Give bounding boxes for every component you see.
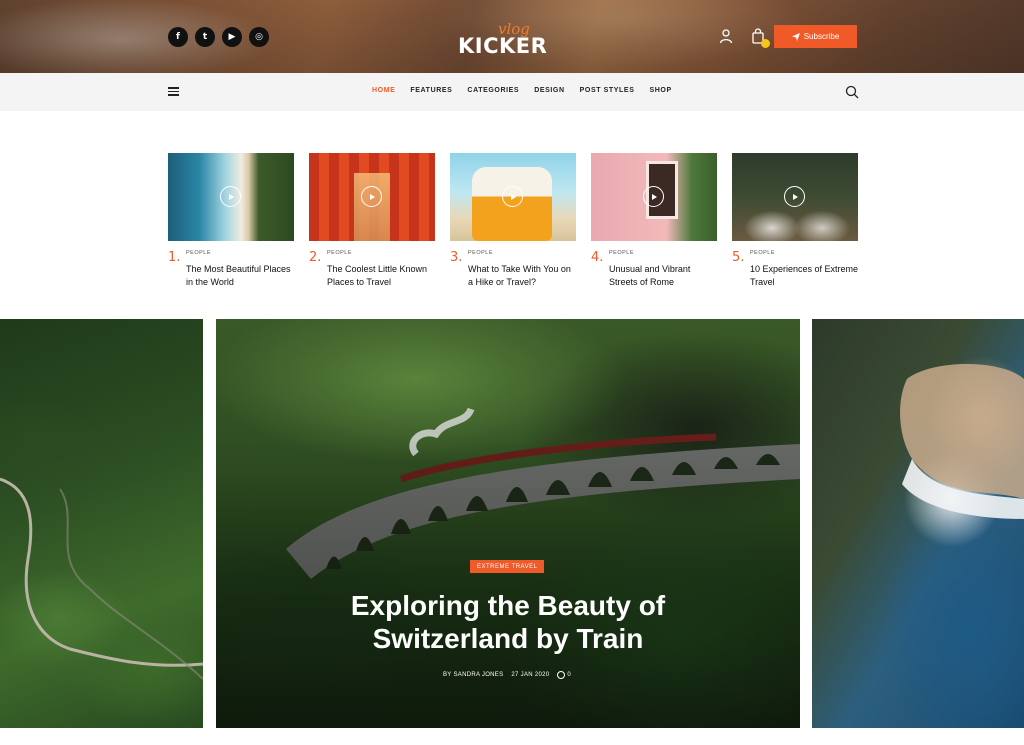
post-rank: 4.: [591, 250, 604, 265]
hero-slide[interactable]: EXTREME TRAVEL Exploring the Beauty of S…: [216, 319, 800, 728]
video-post-card[interactable]: 4. PEOPLE Unusual and Vibrant Streets of…: [591, 153, 717, 287]
post-rank: 2.: [309, 250, 322, 265]
search-icon[interactable]: [845, 85, 859, 99]
hero-gradient-overlay: [216, 319, 800, 728]
post-thumbnail[interactable]: [168, 153, 294, 241]
post-title[interactable]: The Most Beautiful Places in the World: [186, 263, 296, 289]
nav-item-home[interactable]: HOME: [372, 87, 395, 94]
logo-wordmark: KICKER: [458, 34, 548, 58]
winding-road-graphic: [0, 477, 203, 680]
nav-item-design[interactable]: DESIGN: [534, 87, 564, 94]
hero-comments[interactable]: 0: [557, 671, 571, 679]
post-category[interactable]: PEOPLE: [468, 250, 493, 256]
post-category[interactable]: PEOPLE: [327, 250, 352, 256]
subscribe-label: Subscribe: [803, 32, 840, 41]
video-post-card[interactable]: 3. PEOPLE What to Take With You on a Hik…: [450, 153, 576, 287]
user-account-icon[interactable]: [718, 28, 734, 44]
video-post-card[interactable]: 5. PEOPLE 10 Experiences of Extreme Trav…: [732, 153, 858, 287]
post-category[interactable]: PEOPLE: [750, 250, 775, 256]
post-thumbnail[interactable]: [450, 153, 576, 241]
facebook-icon[interactable]: f: [168, 27, 188, 47]
cart-icon[interactable]: [750, 28, 770, 48]
paper-plane-icon: [791, 32, 800, 41]
nav-item-categories[interactable]: CATEGORIES: [467, 87, 519, 94]
nav-menu: HOME FEATURES CATEGORIES DESIGN POST STY…: [372, 87, 687, 94]
play-icon[interactable]: [220, 186, 241, 207]
post-thumbnail[interactable]: [309, 153, 435, 241]
subscribe-button[interactable]: Subscribe: [774, 25, 857, 48]
hamburger-menu-icon[interactable]: [168, 87, 179, 96]
slider-prev-slide[interactable]: [0, 319, 203, 728]
post-thumbnail[interactable]: [591, 153, 717, 241]
nav-item-features[interactable]: FEATURES: [410, 87, 452, 94]
post-title[interactable]: 10 Experiences of Extreme Travel: [750, 263, 860, 289]
video-post-card[interactable]: 1. PEOPLE The Most Beautiful Places in t…: [168, 153, 294, 287]
post-rank: 1.: [168, 250, 181, 265]
post-title[interactable]: The Coolest Little Known Places to Trave…: [327, 263, 437, 289]
site-header: f t ▶ ◎ vlog KICKER Subscribe: [0, 0, 1024, 73]
main-nav: HOME FEATURES CATEGORIES DESIGN POST STY…: [0, 73, 1024, 111]
site-logo[interactable]: vlog KICKER: [458, 20, 568, 60]
hero-date: 27 JAN 2020: [511, 672, 550, 678]
video-post-card[interactable]: 2. PEOPLE The Coolest Little Known Place…: [309, 153, 435, 287]
twitter-icon[interactable]: t: [195, 27, 215, 47]
play-icon[interactable]: [361, 186, 382, 207]
cart-count-badge: [761, 39, 770, 48]
coastline-graphic: [900, 364, 1024, 519]
hero-meta: BY SANDRA JONES 27 JAN 2020 0: [443, 671, 571, 679]
post-category[interactable]: PEOPLE: [186, 250, 211, 256]
header-actions: [718, 28, 770, 48]
nav-item-shop[interactable]: SHOP: [649, 87, 671, 94]
post-rank: 5.: [732, 250, 745, 265]
hero-category-tag[interactable]: EXTREME TRAVEL: [470, 560, 545, 573]
comment-icon: [557, 671, 566, 679]
hero-author[interactable]: BY SANDRA JONES: [443, 672, 503, 678]
comment-count: 0: [567, 672, 572, 678]
youtube-icon[interactable]: ▶: [222, 27, 242, 47]
play-icon[interactable]: [643, 186, 664, 207]
post-title[interactable]: Unusual and Vibrant Streets of Rome: [609, 263, 719, 289]
slider-next-slide[interactable]: [812, 319, 1024, 728]
featured-video-posts: 1. PEOPLE The Most Beautiful Places in t…: [168, 153, 858, 293]
post-rank: 3.: [450, 250, 463, 265]
play-icon[interactable]: [784, 186, 805, 207]
hero-title[interactable]: Exploring the Beauty of Switzerland by T…: [308, 589, 708, 655]
instagram-icon[interactable]: ◎: [249, 27, 269, 47]
social-links: f t ▶ ◎: [168, 27, 269, 47]
play-icon[interactable]: [502, 186, 523, 207]
post-title[interactable]: What to Take With You on a Hike or Trave…: [468, 263, 578, 289]
nav-item-post-styles[interactable]: POST STYLES: [580, 87, 635, 94]
post-thumbnail[interactable]: [732, 153, 858, 241]
post-category[interactable]: PEOPLE: [609, 250, 634, 256]
